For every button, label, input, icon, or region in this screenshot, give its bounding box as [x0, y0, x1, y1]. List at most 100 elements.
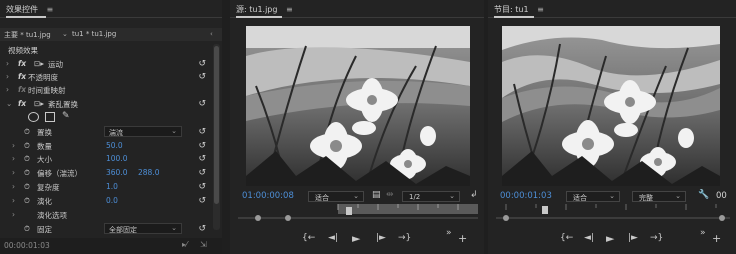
param-name: 固定	[37, 225, 52, 234]
expand-chevron-icon[interactable]: ›	[12, 168, 15, 177]
pen-mask-icon[interactable]: ✎	[62, 111, 70, 121]
mark-in-button[interactable]: {←	[302, 233, 315, 243]
step-back-button[interactable]: ◄|	[328, 233, 338, 243]
panel-title[interactable]: 节目: tu1 ≡	[494, 4, 544, 15]
wrench-icon[interactable]: 🔧	[698, 190, 709, 200]
expand-chevron-icon[interactable]: ›	[12, 182, 15, 191]
reset-icon[interactable]: ↺	[198, 182, 206, 192]
current-timecode[interactable]: 00:00:01:03	[4, 241, 50, 250]
displacement-dropdown[interactable]: 湍流 ⌄	[104, 126, 182, 137]
step-back-button[interactable]: ◄|	[584, 233, 594, 243]
active-tab-indicator	[236, 16, 282, 18]
effect-row-motion[interactable]: › fx ⊡▸ 运动 ↺	[0, 58, 212, 71]
sequence-label[interactable]: 主要 * tu1.jpg	[4, 30, 51, 40]
expand-chevron-icon[interactable]: ›	[12, 196, 15, 205]
expand-chevron-icon[interactable]: ›	[12, 154, 15, 163]
source-time-ruler[interactable]	[238, 204, 478, 222]
fx-badge[interactable]: fx	[18, 72, 26, 81]
clip-label[interactable]: tu1 * tu1.jpg	[72, 30, 116, 38]
source-fit-dropdown[interactable]: 适合 ⌄	[308, 191, 364, 202]
scrollbar-thumb[interactable]	[214, 46, 219, 204]
param-value[interactable]: 360.0	[106, 168, 127, 177]
add-button-icon[interactable]: +	[712, 232, 721, 245]
wrench-icon[interactable]: ↲	[470, 190, 478, 200]
expand-chevron-icon[interactable]: ›	[6, 59, 9, 68]
filter-icon[interactable]: ▸⁄	[182, 240, 187, 249]
stopwatch-icon[interactable]: ⏱	[24, 141, 30, 151]
reset-icon[interactable]: ↺	[198, 141, 206, 151]
effect-row-turbulent-displace[interactable]: ⌄ fx ⊡▸ 紊乱置换 ↺	[0, 98, 212, 111]
stopwatch-icon[interactable]: ⏱	[24, 127, 30, 137]
mark-out-button[interactable]: →}	[650, 233, 663, 243]
program-timecode[interactable]: 00:00:01:03	[500, 191, 552, 201]
program-monitor-title[interactable]: 节目: tu1	[494, 5, 529, 14]
param-value[interactable]: 0.0	[106, 196, 118, 205]
source-monitor-title[interactable]: 源: tu1.jpg	[236, 5, 277, 14]
reset-icon[interactable]: ↺	[198, 154, 206, 164]
stopwatch-icon[interactable]: ⏱	[24, 196, 30, 206]
reset-icon[interactable]: ↺	[198, 99, 206, 109]
program-video-frame[interactable]	[502, 26, 720, 186]
stopwatch-icon[interactable]: ⏱	[24, 182, 30, 192]
param-value[interactable]: 50.0	[106, 141, 123, 150]
program-fit-dropdown[interactable]: 适合 ⌄	[566, 191, 620, 202]
reset-icon[interactable]: ↺	[198, 224, 206, 234]
panel-menu-icon[interactable]: ≡	[47, 5, 54, 14]
expand-chevron-icon[interactable]: ›	[12, 210, 15, 219]
resolution-dropdown[interactable]: 1/2 ⌄	[402, 191, 460, 202]
fx-badge[interactable]: fx	[18, 85, 26, 94]
program-time-ruler[interactable]	[496, 204, 730, 222]
step-forward-button[interactable]: |►	[628, 233, 638, 243]
stopwatch-icon[interactable]: ⏱	[24, 154, 30, 164]
stopwatch-icon[interactable]: ⏱	[24, 224, 30, 234]
step-forward-button[interactable]: |►	[376, 233, 386, 243]
ellipse-mask-icon[interactable]	[28, 112, 39, 122]
param-row: › ⏱ 大小 100.0 ↺	[0, 153, 212, 166]
play-button[interactable]: ►	[352, 232, 360, 245]
settings-doc-icon[interactable]: ▤	[372, 190, 381, 200]
mark-in-button[interactable]: {←	[560, 233, 573, 243]
expand-chevron-icon[interactable]: ›	[6, 72, 9, 81]
param-name: 置换	[37, 128, 52, 137]
collapse-icon[interactable]: ‹	[210, 30, 213, 38]
collapse-chevron-icon[interactable]: ⌄	[6, 99, 12, 108]
sequence-dropdown-icon[interactable]: ⌄	[62, 30, 68, 38]
param-value-2[interactable]: 288.0	[138, 168, 159, 177]
drag-icon[interactable]: ⇹	[386, 190, 394, 200]
param-value[interactable]: 100.0	[106, 154, 127, 163]
source-timecode[interactable]: 01:00:00:08	[242, 191, 294, 201]
panel-menu-icon[interactable]: ≡	[537, 5, 544, 14]
chevron-down-icon: ⌄	[171, 224, 177, 232]
expand-chevron-icon[interactable]: ›	[12, 141, 15, 150]
play-button[interactable]: ►	[606, 232, 614, 245]
reset-icon[interactable]: ↺	[198, 59, 206, 69]
source-monitor-panel: 源: tu1.jpg ≡ 01:00:00:08 适合 ⌄ ▤ ⇹ 1/2 ⌄ …	[230, 0, 484, 254]
reset-icon[interactable]: ↺	[198, 196, 206, 206]
stopwatch-icon[interactable]: ⏱	[24, 168, 30, 178]
reset-icon[interactable]: ↺	[198, 168, 206, 178]
fx-badge[interactable]: fx	[18, 59, 26, 68]
more-controls-icon[interactable]: »	[446, 228, 452, 238]
reset-icon[interactable]: ↺	[198, 127, 206, 137]
fx-badge[interactable]: fx	[18, 99, 26, 108]
duration-timecode: 00	[716, 191, 727, 201]
panel-title[interactable]: 效果控件 ≡	[6, 4, 53, 15]
add-button-icon[interactable]: +	[458, 232, 467, 245]
rectangle-mask-icon[interactable]	[45, 112, 55, 122]
expand-chevron-icon[interactable]: ›	[6, 85, 9, 94]
clip-selector-bar: 主要 * tu1.jpg ⌄ tu1 * tu1.jpg ‹	[0, 28, 222, 41]
more-controls-icon[interactable]: »	[700, 228, 706, 238]
param-value[interactable]: 1.0	[106, 182, 118, 191]
effect-row-time-remap[interactable]: › fx 时间重映射	[0, 84, 212, 97]
mark-out-button[interactable]: →}	[398, 233, 411, 243]
quality-dropdown[interactable]: 完整 ⌄	[632, 191, 686, 202]
chevron-down-icon: ⌄	[171, 127, 177, 135]
effect-controls-title[interactable]: 效果控件	[6, 5, 38, 14]
reset-icon[interactable]: ↺	[198, 72, 206, 82]
source-video-frame[interactable]	[246, 26, 470, 186]
effect-row-opacity[interactable]: › fx 不透明度 ↺	[0, 71, 212, 84]
pinning-dropdown[interactable]: 全部固定 ⌄	[104, 223, 182, 234]
export-icon[interactable]: ⇲	[200, 240, 207, 249]
panel-title[interactable]: 源: tu1.jpg ≡	[236, 4, 293, 15]
panel-menu-icon[interactable]: ≡	[286, 5, 293, 14]
